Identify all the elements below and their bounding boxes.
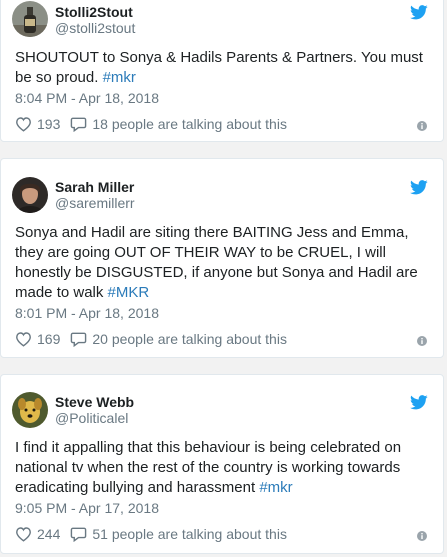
twitter-bird-icon[interactable] (410, 180, 428, 195)
tweet-text-body: Sonya and Hadil are siting there BAITING… (15, 224, 418, 301)
tweet-feed: Stolli2Stout @stolli2stout SHOUTOUT to S… (0, 0, 447, 557)
hashtag-link[interactable]: #mkr (103, 69, 136, 86)
tweet-card: Stolli2Stout @stolli2stout SHOUTOUT to S… (0, 0, 444, 142)
timestamp[interactable]: 9:05 PM - Apr 17, 2018 (15, 500, 159, 516)
info-icon[interactable] (417, 531, 427, 541)
like-count: 193 (37, 116, 61, 132)
heart-icon[interactable] (15, 116, 32, 132)
woman-portrait-photo-icon (12, 177, 48, 213)
tweet-actions: 244 51 people are talking about this (15, 526, 287, 542)
heart-icon[interactable] (15, 331, 32, 347)
tweet-text-body: I find it appalling that this behaviour … (15, 439, 402, 496)
timestamp[interactable]: 8:01 PM - Apr 18, 2018 (15, 305, 159, 321)
tweet-card: Steve Webb @Politicalel I find it appall… (0, 374, 444, 554)
display-name[interactable]: Stolli2Stout (55, 4, 133, 20)
twitter-bird-icon[interactable] (410, 395, 428, 410)
speech-bubble-icon[interactable] (70, 331, 87, 347)
like-count: 244 (37, 526, 61, 542)
avatar[interactable] (12, 1, 48, 37)
talking-about-count[interactable]: 18 people are talking about this (92, 116, 287, 132)
tweet-text: SHOUTOUT to Sonya & Hadils Parents & Par… (15, 48, 433, 88)
dog-photo-icon (12, 392, 48, 428)
heart-icon[interactable] (15, 526, 32, 542)
timestamp[interactable]: 8:04 PM - Apr 18, 2018 (15, 90, 159, 106)
user-handle[interactable]: @Politicalel (55, 410, 128, 426)
talking-about-count[interactable]: 20 people are talking about this (92, 331, 287, 347)
display-name[interactable]: Steve Webb (55, 394, 134, 410)
tweet-text-body: SHOUTOUT to Sonya & Hadils Parents & Par… (15, 49, 423, 86)
avatar[interactable] (12, 177, 48, 213)
tweet-actions: 169 20 people are talking about this (15, 331, 287, 347)
hashtag-link[interactable]: #MKR (108, 284, 150, 301)
speech-bubble-icon[interactable] (70, 526, 87, 542)
user-handle[interactable]: @saremillerr (55, 195, 135, 211)
user-handle[interactable]: @stolli2stout (55, 20, 135, 36)
twitter-bird-icon[interactable] (410, 5, 428, 20)
info-icon[interactable] (417, 336, 427, 346)
info-icon[interactable] (417, 121, 427, 131)
tweet-text: Sonya and Hadil are siting there BAITING… (15, 223, 433, 303)
tweet-actions: 193 18 people are talking about this (15, 116, 287, 132)
hashtag-link[interactable]: #mkr (259, 479, 292, 496)
talking-about-count[interactable]: 51 people are talking about this (92, 526, 287, 542)
speech-bubble-icon[interactable] (70, 116, 87, 132)
avatar[interactable] (12, 392, 48, 428)
tweet-text: I find it appalling that this behaviour … (15, 438, 433, 498)
display-name[interactable]: Sarah Miller (55, 179, 134, 195)
stout-bottle-photo-icon (12, 1, 48, 37)
like-count: 169 (37, 331, 61, 347)
tweet-card: Sarah Miller @saremillerr Sonya and Hadi… (0, 158, 444, 358)
